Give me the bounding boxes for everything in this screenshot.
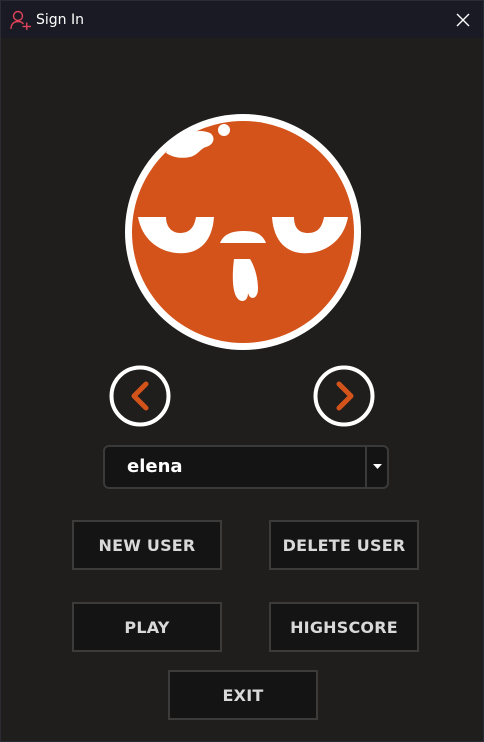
play-button[interactable]: PLAY [72,602,222,652]
chevron-left-icon [131,381,149,411]
avatar [125,114,361,350]
dropdown-toggle[interactable] [367,447,387,487]
chevron-right-icon [336,381,354,411]
caret-down-icon [372,464,382,469]
selected-user: elena [127,456,183,477]
title-bar: Sign In [1,1,483,38]
add-user-icon [10,10,31,30]
highscore-button[interactable]: HIGHSCORE [269,602,419,652]
sign-in-window: Sign In elena NEW USER DELETE USER PLAY … [0,0,484,742]
window-title: Sign In [36,12,84,28]
delete-user-button[interactable]: DELETE USER [269,520,419,570]
exit-button[interactable]: EXIT [168,670,318,720]
new-user-button[interactable]: NEW USER [72,520,222,570]
user-select[interactable]: elena [103,445,389,489]
close-icon [456,13,470,26]
close-button[interactable] [443,1,483,38]
previous-avatar-button[interactable] [109,365,171,427]
next-avatar-button[interactable] [313,365,375,427]
